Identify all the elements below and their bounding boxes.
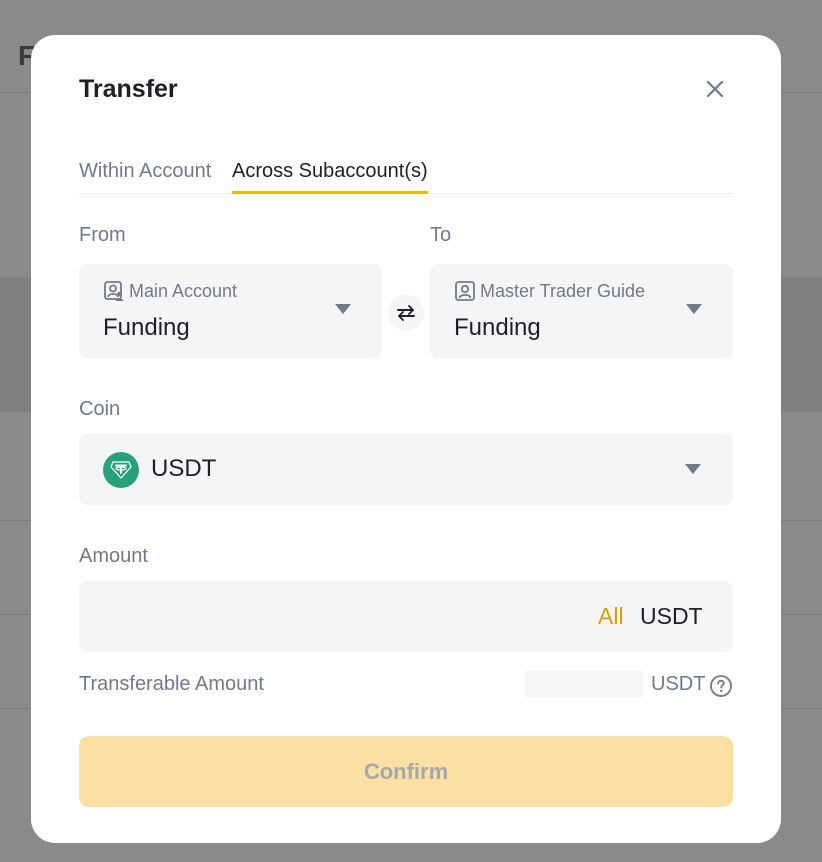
user-icon xyxy=(455,281,475,301)
transferable-amount-value-masked xyxy=(524,671,644,697)
user-group-icon xyxy=(104,281,124,301)
all-button[interactable]: All xyxy=(598,603,624,630)
from-wallet-type: Funding xyxy=(103,314,190,341)
from-account-name: Main Account xyxy=(129,280,238,301)
coin-symbol: USDT xyxy=(151,455,217,482)
caret-down-icon xyxy=(685,464,701,474)
tether-icon xyxy=(103,452,139,488)
from-account-select[interactable]: Main Account Funding xyxy=(79,264,382,358)
tab-within-account[interactable]: Within Account xyxy=(79,160,211,183)
transfer-modal: Transfer Within Account Across Subaccoun… xyxy=(31,35,781,843)
to-account-line: Master Trader Guide xyxy=(454,280,645,302)
tab-across-subaccounts[interactable]: Across Subaccount(s) xyxy=(232,160,428,194)
to-label: To xyxy=(430,224,452,246)
question-circle-icon[interactable] xyxy=(709,674,733,698)
from-account-line: Main Account xyxy=(103,280,237,302)
to-wallet-type: Funding xyxy=(454,314,541,341)
coin-label: Coin xyxy=(79,398,121,420)
transferable-amount-label: Transferable Amount xyxy=(79,673,264,695)
amount-input[interactable] xyxy=(95,595,579,639)
amount-unit: USDT xyxy=(640,603,703,629)
amount-label: Amount xyxy=(79,545,148,567)
transferable-unit: USDT xyxy=(651,673,706,695)
close-button[interactable] xyxy=(701,75,729,103)
amount-field: All USDT xyxy=(79,581,733,652)
modal-title: Transfer xyxy=(79,75,178,103)
caret-down-icon xyxy=(335,304,351,314)
transfer-tabs: Within Account Across Subaccount(s) xyxy=(79,155,733,194)
swap-arrows-icon xyxy=(397,305,415,321)
caret-down-icon xyxy=(686,304,702,314)
from-label: From xyxy=(79,224,126,246)
confirm-button[interactable]: Confirm xyxy=(79,736,733,807)
to-account-select[interactable]: Master Trader Guide Funding xyxy=(430,264,733,358)
swap-direction-button[interactable] xyxy=(388,295,424,331)
coin-select[interactable]: USDT xyxy=(79,434,733,505)
close-icon xyxy=(706,80,724,98)
to-account-name: Master Trader Guide xyxy=(480,280,646,301)
